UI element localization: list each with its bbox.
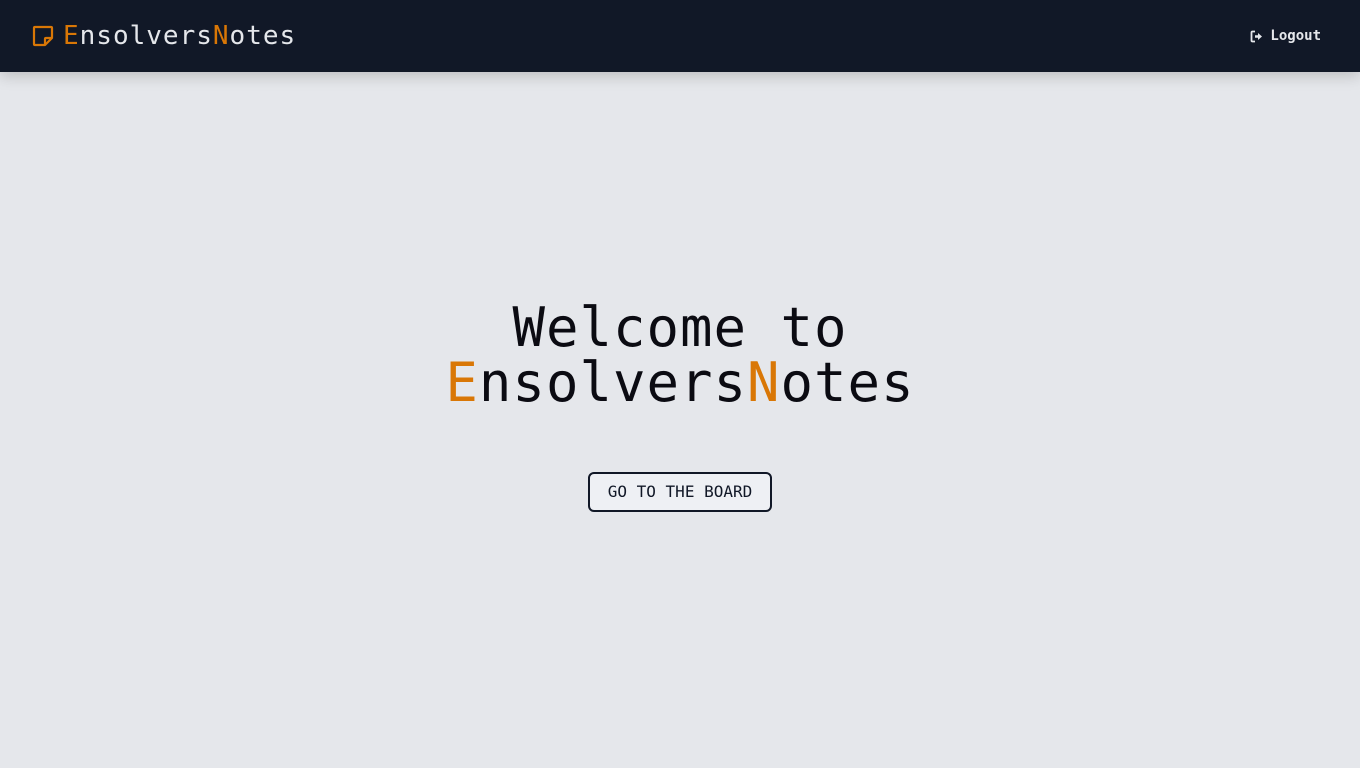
brand-text-part: nsolvers [79, 21, 213, 51]
brand-text-part: nsolvers [478, 351, 748, 414]
welcome-section: Welcome to EnsolversNotes GO TO THE BOAR… [0, 300, 1360, 512]
brand-name: EnsolversNotes [63, 21, 296, 51]
brand-text-part: otes [229, 21, 297, 51]
brand-accent-letter: N [212, 21, 230, 51]
brand-accent-letter: E [63, 21, 80, 51]
welcome-brand: EnsolversNotes [445, 351, 914, 414]
brand-accent-letter: E [445, 351, 479, 414]
welcome-line: Welcome to [512, 296, 848, 359]
welcome-heading: Welcome to EnsolversNotes [0, 300, 1360, 410]
brand-logo[interactable]: EnsolversNotes [31, 21, 296, 51]
logout-label: Logout [1270, 28, 1321, 44]
logout-button[interactable]: Logout [1250, 28, 1321, 44]
navbar: EnsolversNotes Logout [0, 0, 1360, 72]
brand-text-part: otes [780, 351, 915, 414]
go-to-board-button[interactable]: GO TO THE BOARD [587, 472, 773, 512]
sign-out-icon [1250, 30, 1263, 43]
brand-accent-letter: N [747, 351, 781, 414]
sticky-note-icon [31, 24, 55, 48]
